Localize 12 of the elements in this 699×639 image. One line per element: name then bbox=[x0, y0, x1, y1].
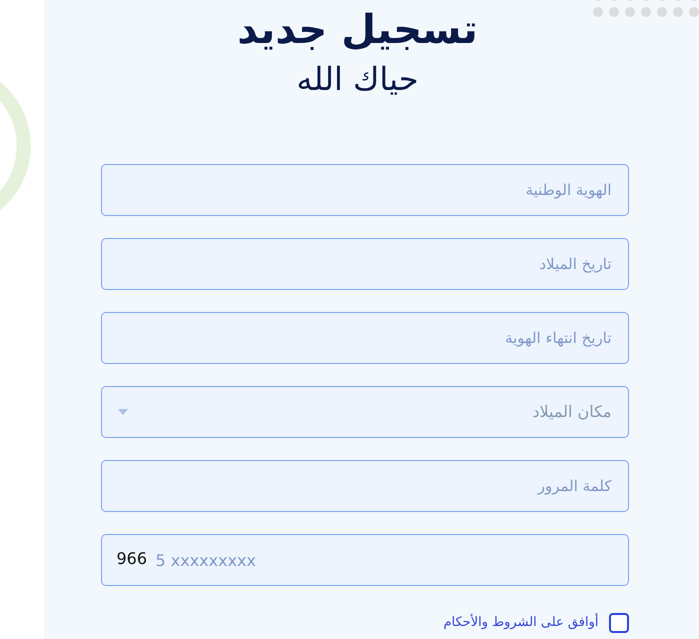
page-subtitle: حياك الله bbox=[296, 59, 419, 100]
select-placeholder: مكان الميلاد bbox=[531, 401, 612, 423]
text-field[interactable]: الهوية الوطنية bbox=[100, 164, 628, 216]
dropdown-arrow-icon bbox=[118, 409, 128, 415]
country-code: 966 bbox=[116, 549, 148, 569]
text-field[interactable]: كلمة المرور bbox=[100, 460, 628, 512]
terms-checkbox[interactable] bbox=[608, 613, 628, 633]
text-field[interactable]: تاريخ انتهاء الهوية bbox=[100, 312, 628, 364]
text-field[interactable]: تاريخ الميلاد bbox=[100, 238, 628, 290]
terms-label: أوافق على الشروط والأحكام bbox=[443, 613, 598, 632]
page-title: تسجيل جديد bbox=[237, 6, 478, 55]
select-field[interactable]: مكان الميلاد bbox=[100, 386, 628, 438]
